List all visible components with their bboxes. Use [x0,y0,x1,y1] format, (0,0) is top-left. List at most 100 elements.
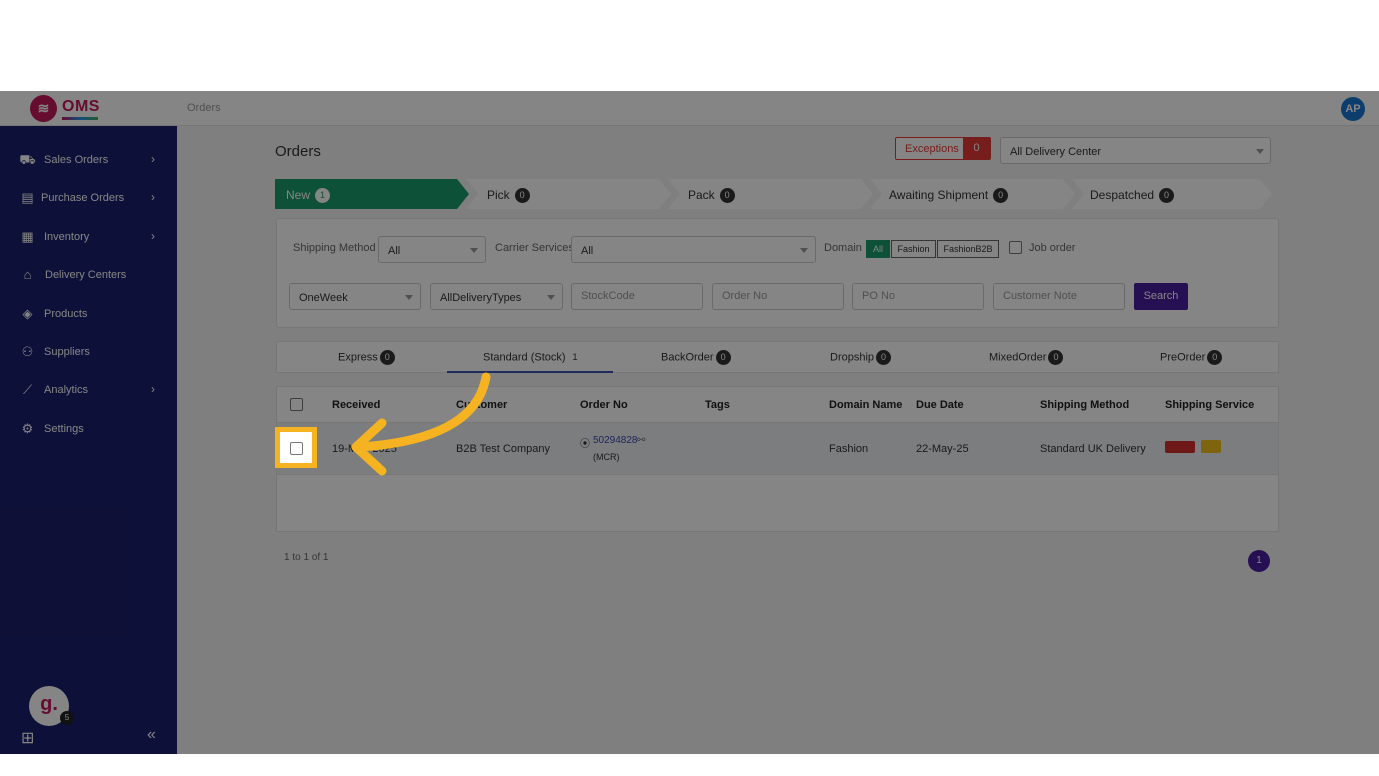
exceptions-label: Exceptions [905,143,959,155]
subtab-preorder[interactable]: PreOrder 0 [1160,350,1223,365]
delivery-center-select[interactable]: All Delivery Center [1000,137,1271,164]
period-value: OneWeek [299,292,348,304]
col-domain-name[interactable]: Domain Name [829,399,902,411]
po-no-input[interactable]: PO No [852,283,984,310]
royal-mail-logo-icon [1165,441,1195,453]
customer-note-input[interactable]: Customer Note [993,283,1125,310]
col-shipping-service[interactable]: Shipping Service [1165,399,1254,411]
cell-shipping-method: Standard UK Delivery [1040,443,1146,455]
domain-all-button[interactable]: All [866,240,890,258]
sidebar-item-label: Delivery Centers [45,269,127,281]
top-bar: ≋ OMS Orders AP [0,91,1379,126]
chevron-down-icon [405,295,413,300]
shipping-method-select[interactable]: All [378,236,486,263]
sidebar-item-label: Products [44,308,88,320]
row-select-checkbox[interactable] [290,442,303,455]
subtab-label: Dropship [830,351,875,364]
subtab-mixedorder[interactable]: MixedOrder 0 [989,350,1064,365]
subtab-label: Standard (Stock) [483,351,566,364]
subtab-count: 0 [876,350,892,365]
delivery-types-select[interactable]: AllDeliveryTypes [430,283,563,310]
subtab-label: PreOrder [1160,351,1206,364]
delivery-center-value: All Delivery Center [1010,146,1102,158]
stage-label: Despatched [1090,188,1155,202]
sidebar-item-label: Settings [44,423,84,435]
user-avatar[interactable]: AP [1341,97,1365,121]
carrier-services-value: All [581,245,594,257]
stage-label: Awaiting Shipment [889,188,989,202]
app-frame: ≋ OMS Orders AP ⛟ Sales Orders › ▤ Purch… [0,91,1379,754]
sidebar-item-delivery-centers[interactable]: ⌂ Delivery Centers [0,260,177,290]
stage-new[interactable]: New 1 [275,179,469,209]
cell-order-sub: (MCR) [593,452,620,462]
sidebar-item-inventory[interactable]: ▦ Inventory › [0,222,177,252]
select-all-checkbox[interactable] [290,398,303,411]
subtab-dropship[interactable]: Dropship 0 [830,350,892,365]
sidebar: ⛟ Sales Orders › ▤ Purchase Orders › ▦ I… [0,126,177,754]
stock-code-input[interactable]: StockCode [571,283,703,310]
oms-logo[interactable]: ≋ OMS [30,95,180,123]
col-due-date[interactable]: Due Date [916,399,964,411]
chevron-right-icon: › [151,152,155,166]
subtab-express[interactable]: Express 0 [338,350,395,365]
sidebar-item-products[interactable]: ◈ Products [0,299,177,329]
domain-fashionb2b-button[interactable]: FashionB2B [937,240,999,258]
stage-pick[interactable]: Pick 0 [466,179,671,209]
stage-pack[interactable]: Pack 0 [668,179,873,209]
chevron-right-icon: › [151,190,155,204]
col-order-no[interactable]: Order No [580,399,628,411]
shipping-method-label: Shipping Method [293,242,376,254]
chevron-right-icon: › [151,229,155,243]
period-select[interactable]: OneWeek [289,283,421,310]
stage-count: 1 [315,188,330,203]
subtab-label: MixedOrder [989,351,1047,364]
truck-icon: ⛟ [19,152,36,167]
job-order-checkbox[interactable] [1009,241,1022,254]
collapse-sidebar-icon[interactable]: « [147,726,156,744]
carrier-services-label: Carrier Services [495,242,574,254]
stage-count: 0 [1159,188,1174,203]
sidebar-item-label: Analytics [44,384,89,396]
cell-order-no-link[interactable]: 50294828 [593,435,638,446]
sidebar-item-purchase-orders[interactable]: ▤ Purchase Orders › [0,183,177,213]
subtab-count: 0 [379,350,395,365]
filter-panel [276,218,1279,328]
chevron-down-icon [800,248,808,253]
sidebar-item-suppliers[interactable]: ⚇ Suppliers [0,337,177,367]
page-1-button[interactable]: 1 [1248,550,1270,572]
stage-label: Pick [487,188,510,202]
stage-despatched[interactable]: Despatched 0 [1072,179,1272,209]
search-button[interactable]: Search [1134,283,1188,310]
chevron-down-icon [1256,149,1264,154]
domain-label: Domain [824,242,862,254]
subtab-label: Express [338,351,378,364]
logo-text: OMS [62,98,100,115]
users-icon: ⚇ [21,344,34,359]
exceptions-button[interactable]: Exceptions 0 [895,137,991,160]
breadcrumb[interactable]: Orders [187,102,221,114]
domain-fashion-button[interactable]: Fashion [891,240,936,258]
sidebar-item-settings[interactable]: ⚙ Settings [0,414,177,444]
cell-due-date: 22-May-25 [916,443,969,455]
tutorial-arrow-icon [351,372,491,476]
order-status-icon: ⦿ [580,439,590,450]
sidebar-item-analytics[interactable]: ⟋ Analytics › [0,375,177,405]
highlighted-row-checkbox[interactable] [275,427,317,468]
chevron-right-icon: › [151,382,155,396]
sidebar-item-sales-orders[interactable]: ⛟ Sales Orders › [0,145,177,175]
stage-awaiting-shipment[interactable]: Awaiting Shipment 0 [870,179,1075,209]
document-icon: ▤ [21,190,34,205]
col-shipping-method[interactable]: Shipping Method [1040,399,1129,411]
subtab-backorder[interactable]: BackOrder 0 [661,350,731,365]
apps-grid-icon[interactable]: ⊞ [21,728,34,748]
subtab-standard-stock[interactable]: Standard (Stock) 1 [483,350,583,365]
page-title: Orders [275,143,321,160]
job-order-label: Job order [1029,242,1076,254]
order-no-input[interactable]: Order No [712,283,844,310]
stage-count: 0 [993,188,1008,203]
logo-mark-icon: ≋ [30,95,57,122]
carrier-services-select[interactable]: All [571,236,816,263]
chevron-down-icon [547,295,555,300]
sidebar-item-label: Purchase Orders [41,192,125,204]
sidebar-item-label: Sales Orders [44,154,109,166]
